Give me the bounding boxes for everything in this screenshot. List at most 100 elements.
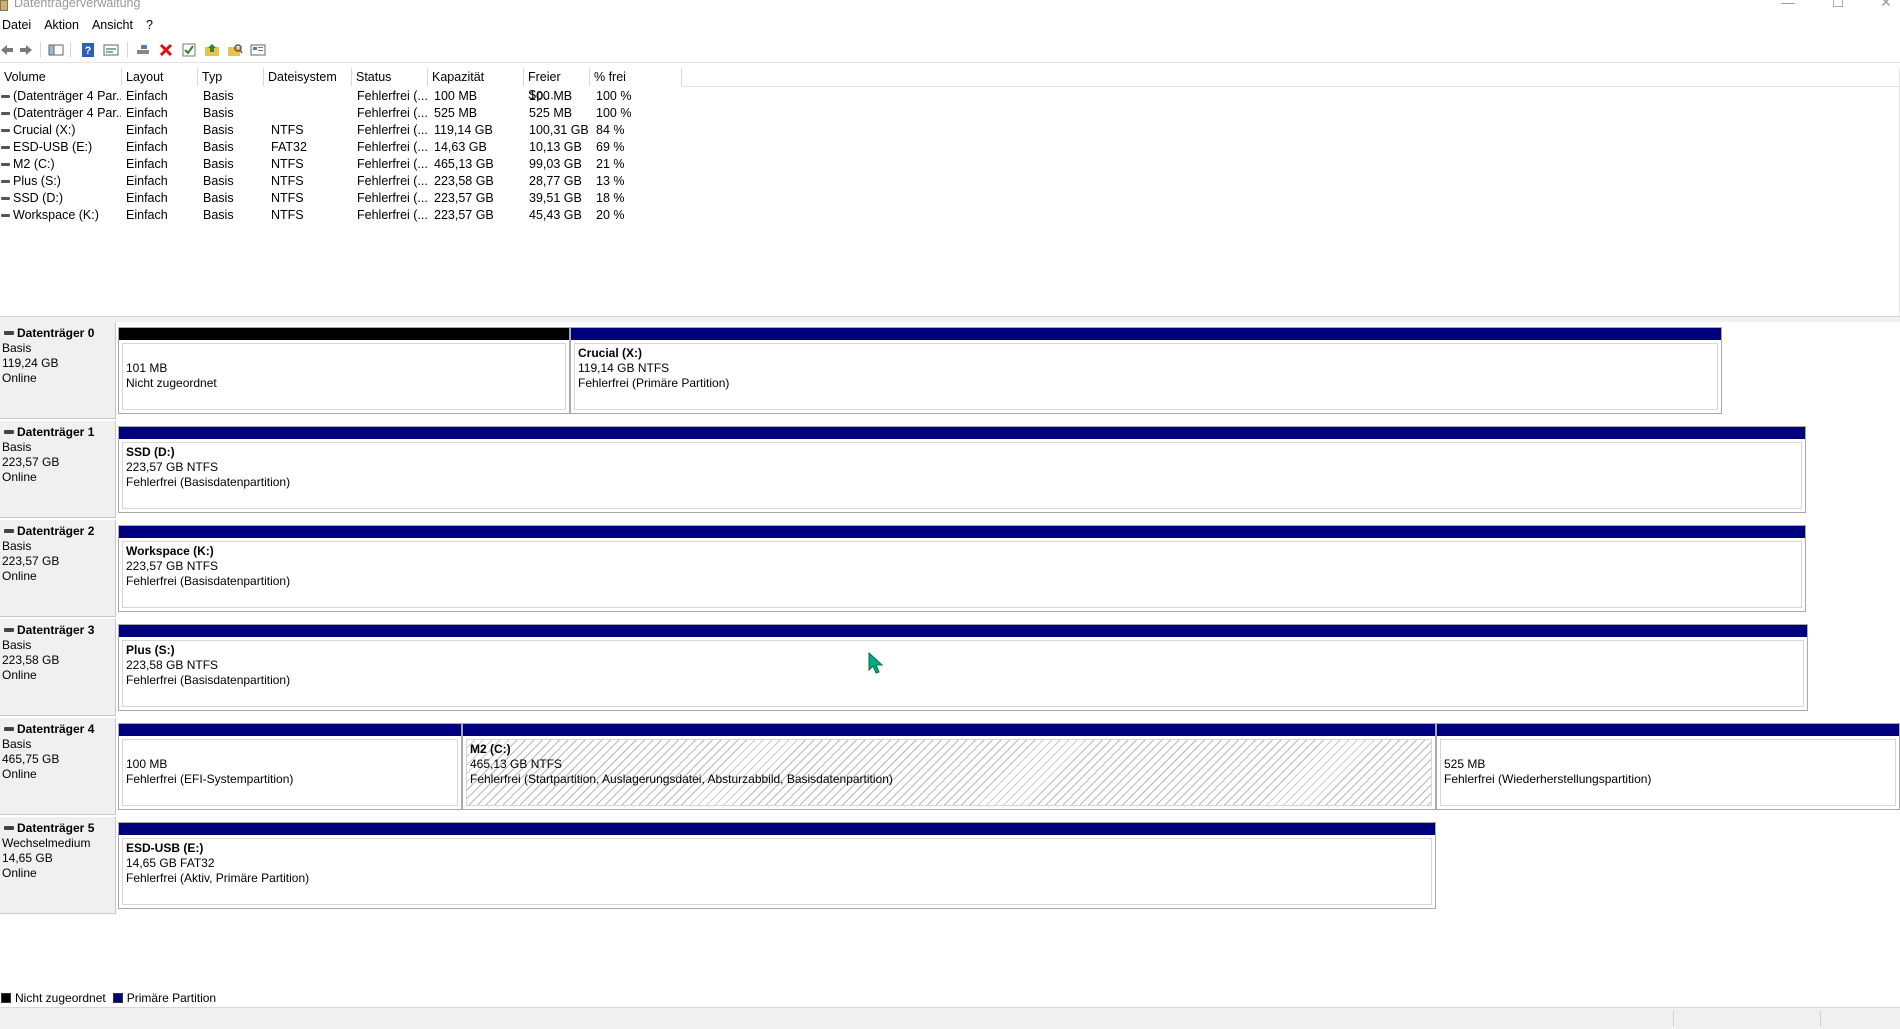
- cell-dateisystem: NTFS: [271, 123, 304, 137]
- partition-size: 465,13 GB NTFS: [470, 757, 563, 771]
- folder-up-icon[interactable]: [203, 41, 221, 59]
- cell-layout: Einfach: [126, 157, 168, 171]
- cell-status: Fehlerfrei (...: [357, 208, 427, 222]
- help-icon[interactable]: ?: [79, 41, 97, 59]
- toolbar-separator: [127, 42, 128, 58]
- col-typ[interactable]: Typ: [198, 68, 264, 86]
- disk-size: 14,65 GB: [2, 851, 53, 865]
- window-title: Datenträgerverwaltung: [14, 0, 141, 10]
- folder-search-icon[interactable]: [226, 41, 244, 59]
- cell-volume: Plus (S:): [13, 174, 61, 188]
- disk-label[interactable]: Datenträger 5 Wechselmedium 14,65 GB Online: [0, 817, 116, 914]
- disk-label[interactable]: Datenträger 2 Basis 223,57 GB Online: [0, 520, 116, 617]
- partition-block[interactable]: 525 MB Fehlerfrei (Wiederherstellungspart…: [1436, 723, 1900, 810]
- forward-icon[interactable]: [17, 41, 35, 59]
- table-row[interactable]: (Datenträger 4 Par... Einfach Basis Fehlerf…: [0, 88, 700, 105]
- cell-prozent-frei: 20 %: [596, 208, 625, 222]
- partition-color-bar: [119, 823, 1435, 835]
- table-row[interactable]: (Datenträger 4 Par... Einfach Basis Fehlerf…: [0, 105, 700, 122]
- menu-ansicht[interactable]: Ansicht: [92, 16, 140, 34]
- col-kapazitaet[interactable]: Kapazität: [428, 68, 524, 86]
- col-layout[interactable]: Layout: [122, 68, 198, 86]
- table-row[interactable]: Workspace (K:) Einfach Basis NTFS Fehlerfrei…: [0, 207, 700, 224]
- menu-help[interactable]: ?: [146, 16, 160, 34]
- col-volume[interactable]: Volume: [0, 68, 122, 86]
- cell-layout: Einfach: [126, 191, 168, 205]
- menu-bar: Datei Aktion Ansicht ?: [0, 16, 166, 34]
- legend-swatch-primary: [112, 993, 123, 1003]
- partition-status: Fehlerfrei (Basisdatenpartition): [126, 673, 291, 687]
- partition-info: Workspace (K:) 223,57 GB NTFS Fehlerfrei (…: [122, 541, 1802, 608]
- partition-block[interactable]: 100 MB Fehlerfrei (EFI-Systempartition): [118, 723, 462, 810]
- cell-prozent-frei: 100 %: [596, 89, 632, 103]
- mouse-cursor-icon: [868, 652, 884, 674]
- partition-name: Workspace (K:): [126, 544, 214, 558]
- delete-icon[interactable]: [157, 41, 175, 59]
- volume-list[interactable]: Volume Layout Typ Dateisystem Status Kap…: [0, 68, 1900, 316]
- disk-label[interactable]: Datenträger 0 Basis 119,24 GB Online: [0, 322, 116, 419]
- table-row[interactable]: SSD (D:) Einfach Basis NTFS Fehlerfrei (... 2…: [0, 190, 700, 207]
- partition-status: Nicht zugeordnet: [126, 376, 217, 390]
- disk-drive-icon: [4, 330, 14, 335]
- col-prozent-frei[interactable]: % frei: [590, 68, 682, 86]
- partition-block[interactable]: Crucial (X:) 119,14 GB NTFS Fehlerfrei (Pr…: [570, 327, 1722, 414]
- cell-prozent-frei: 13 %: [596, 174, 625, 188]
- cell-volume: Workspace (K:): [13, 208, 99, 222]
- partition-color-bar: [463, 724, 1435, 736]
- disk-type: Basis: [2, 737, 32, 751]
- toolbar-separator: [70, 42, 71, 58]
- maximize-button[interactable]: ☐: [1824, 0, 1852, 10]
- cell-freier-speicher: 28,77 GB: [529, 174, 582, 188]
- cell-kapazitaet: 465,13 GB: [434, 157, 494, 171]
- cell-kapazitaet: 223,58 GB: [434, 174, 494, 188]
- back-icon[interactable]: [0, 41, 16, 59]
- col-dateisystem[interactable]: Dateisystem: [264, 68, 352, 86]
- cell-status: Fehlerfrei (...: [357, 89, 427, 103]
- partition-block[interactable]: 101 MB Nicht zugeordnet: [118, 327, 570, 414]
- disk-label[interactable]: Datenträger 3 Basis 223,58 GB Online: [0, 619, 116, 716]
- table-row[interactable]: M2 (C:) Einfach Basis NTFS Fehlerfrei (... 46…: [0, 156, 700, 173]
- properties-view-icon[interactable]: [102, 41, 120, 59]
- col-status[interactable]: Status: [352, 68, 428, 86]
- close-button[interactable]: ✕: [1872, 0, 1900, 10]
- partition-block[interactable]: SSD (D:) 223,57 GB NTFS Fehlerfrei (Basisd…: [118, 426, 1806, 513]
- volume-drive-icon: [1, 180, 10, 183]
- legend-label-unallocated: Nicht zugeordnet: [15, 991, 106, 1005]
- partition-size: 223,57 GB NTFS: [126, 559, 219, 573]
- partition-name: [126, 742, 457, 757]
- disk-label[interactable]: Datenträger 4 Basis 465,75 GB Online: [0, 718, 116, 815]
- partition-block[interactable]: ESD-USB (E:) 14,65 GB FAT32 Fehlerfrei (Ak…: [118, 822, 1436, 909]
- cell-layout: Einfach: [126, 123, 168, 137]
- partition-size: 100 MB: [126, 757, 168, 771]
- menu-datei[interactable]: Datei: [2, 16, 38, 34]
- col-freier-speicher[interactable]: Freier Sp...: [524, 68, 590, 102]
- cell-kapazitaet: 525 MB: [434, 106, 478, 120]
- table-row[interactable]: ESD-USB (E:) Einfach Basis FAT32 Fehlerfrei …: [0, 139, 700, 156]
- partition-block[interactable]: M2 (C:) 465,13 GB NTFS Fehlerfrei (Startpa…: [462, 723, 1436, 810]
- check-icon[interactable]: [180, 41, 198, 59]
- settings-icon[interactable]: [249, 41, 267, 59]
- table-row[interactable]: Plus (S:) Einfach Basis NTFS Fehlerfrei (...…: [0, 173, 700, 190]
- disk-label[interactable]: Datenträger 1 Basis 223,57 GB Online: [0, 421, 116, 518]
- partition-status: Fehlerfrei (Wiederherstellungspartition): [1444, 772, 1652, 786]
- cell-typ: Basis: [203, 106, 234, 120]
- connect-icon[interactable]: [134, 41, 152, 59]
- partition-block[interactable]: Plus (S:) 223,58 GB NTFS Fehlerfrei (Basis…: [118, 624, 1808, 711]
- minimize-button[interactable]: —: [1774, 0, 1802, 10]
- console-tree-icon[interactable]: [47, 41, 65, 59]
- cell-typ: Basis: [203, 123, 234, 137]
- table-row[interactable]: Crucial (X:) Einfach Basis NTFS Fehlerfrei (…: [0, 122, 700, 139]
- disk-type: Basis: [2, 440, 32, 454]
- cell-freier-speicher: 100 MB: [529, 89, 573, 103]
- cell-kapazitaet: 223,57 GB: [434, 191, 494, 205]
- partition-block[interactable]: Workspace (K:) 223,57 GB NTFS Fehlerfrei (…: [118, 525, 1806, 612]
- disk-name: Datenträger 3: [17, 623, 95, 637]
- disk-size: 465,75 GB: [2, 752, 60, 766]
- partition-color-bar: [119, 526, 1805, 538]
- volume-drive-icon: [1, 214, 10, 217]
- cell-prozent-frei: 84 %: [596, 123, 625, 137]
- partition-info: 525 MB Fehlerfrei (Wiederherstellungspart…: [1440, 739, 1896, 806]
- menu-aktion[interactable]: Aktion: [44, 16, 86, 34]
- volume-drive-icon: [1, 197, 10, 200]
- partition-size: 223,58 GB NTFS: [126, 658, 219, 672]
